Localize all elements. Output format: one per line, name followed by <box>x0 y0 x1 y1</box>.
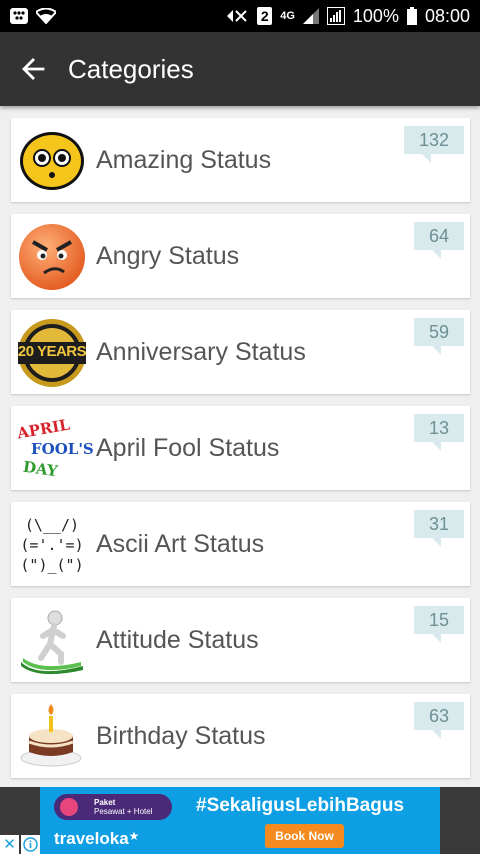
count-badge: 31 <box>414 510 464 547</box>
signal-icon-2 <box>326 7 345 25</box>
category-item-amazing[interactable]: Amazing Status 132 <box>11 118 470 202</box>
count-badge: 13 <box>414 414 464 451</box>
ascii-line-2: (='.'=) <box>20 536 84 554</box>
network-type-label: 4G <box>280 10 295 22</box>
anniversary-badge-icon: 20 YEARS <box>17 318 87 388</box>
status-bar: 2 4G 100% 08:00 <box>0 0 480 32</box>
ad-promo-pill: Paket Pesawat + Hotel <box>54 794 172 820</box>
page-title: Categories <box>68 53 194 84</box>
ascii-line-1: (\__/) <box>24 516 80 534</box>
sim-slot-label: 2 <box>260 8 269 24</box>
ascii-bunny-icon: (\__/) (='.'=) (")_(") <box>17 510 87 580</box>
category-label: Angry Status <box>96 242 240 270</box>
app-bar: Categories <box>0 32 480 106</box>
category-label: Anniversary Status <box>96 338 306 366</box>
brand-name: traveloka <box>54 829 129 848</box>
category-item-attitude[interactable]: Attitude Status 15 <box>11 598 470 682</box>
promo-line-2: Pesawat + Hotel <box>94 807 153 816</box>
category-item-april-fool[interactable]: APRIL FOOL'S DAY April Fool Status 13 <box>11 406 470 490</box>
star-icon: ★ <box>128 829 140 843</box>
category-item-birthday[interactable]: Birthday Status 63 <box>11 694 470 778</box>
april-fools-day-icon: APRIL FOOL'S DAY <box>16 414 94 484</box>
ascii-line-3: (")_(") <box>20 556 84 574</box>
fools-text: FOOL'S <box>31 440 94 458</box>
angry-emoji-icon <box>17 222 87 292</box>
blackberry-messenger-icon <box>10 8 28 24</box>
count-badge: 15 <box>414 606 464 643</box>
running-figure-icon <box>17 606 87 676</box>
category-label: Attitude Status <box>96 626 259 654</box>
anniversary-badge-text: 20 YEARS <box>17 343 87 360</box>
count-badge: 64 <box>414 222 464 259</box>
promo-line-1: Paket <box>94 798 116 807</box>
count-badge: 132 <box>404 126 464 163</box>
day-text: DAY <box>21 457 59 481</box>
book-now-button[interactable]: Book Now <box>265 824 344 848</box>
ad-brand: traveloka★ <box>54 829 139 849</box>
signal-icon <box>302 8 319 24</box>
category-item-anniversary[interactable]: 20 YEARS Anniversary Status 59 <box>11 310 470 394</box>
battery-percent: 100% <box>352 5 399 26</box>
promo-icon <box>60 798 78 816</box>
count-badge: 63 <box>414 702 464 739</box>
ad-info-icon[interactable] <box>21 835 40 854</box>
ad-banner[interactable]: Paket Pesawat + Hotel #SekaligusLebihBag… <box>40 787 440 854</box>
back-button[interactable] <box>19 55 47 83</box>
birthday-cake-icon <box>17 702 87 772</box>
mute-icon <box>225 8 249 24</box>
category-label: Birthday Status <box>96 722 266 750</box>
clock: 08:00 <box>424 5 470 26</box>
category-item-angry[interactable]: Angry Status 64 <box>11 214 470 298</box>
ad-close-button[interactable]: ✕ <box>0 835 19 854</box>
count-badge: 59 <box>414 318 464 355</box>
category-item-ascii-art[interactable]: (\__/) (='.'=) (")_(") Ascii Art Status … <box>11 502 470 586</box>
ad-headline: #SekaligusLebihBagus <box>196 795 405 816</box>
battery-icon <box>406 7 417 25</box>
surprised-emoji-icon <box>17 126 87 196</box>
sim-slot-icon: 2 <box>257 7 273 25</box>
arrow-left-icon <box>22 58 45 80</box>
wifi-icon <box>36 8 56 24</box>
category-label: Ascii Art Status <box>96 530 265 558</box>
category-label: April Fool Status <box>96 434 280 462</box>
category-label: Amazing Status <box>96 146 272 174</box>
